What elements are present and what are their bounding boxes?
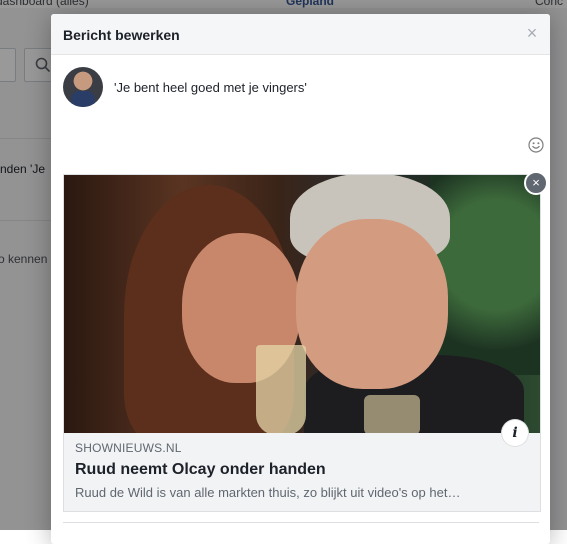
link-domain: SHOWNIEUWS.NL: [75, 441, 182, 455]
emoji-icon[interactable]: [528, 137, 544, 153]
dialog-title: Bericht bewerken: [63, 27, 180, 43]
dialog-header: Bericht bewerken ×: [51, 14, 550, 55]
close-icon[interactable]: ×: [524, 24, 540, 42]
link-headline[interactable]: Ruud neemt Olcay onder handen: [75, 461, 525, 479]
link-description: Ruud de Wild is van alle markten thuis, …: [75, 485, 461, 500]
avatar: [63, 67, 103, 107]
dialog-divider: [63, 522, 539, 523]
post-text[interactable]: 'Je bent heel goed met je vingers': [114, 80, 307, 95]
link-preview[interactable]: × i SHOWNIEUWS.NL Ruud neemt Olcay onder…: [63, 171, 548, 512]
link-preview-meta: SHOWNIEUWS.NL Ruud neemt Olcay onder han…: [75, 441, 525, 500]
edit-post-dialog: Bericht bewerken × 'Je bent heel goed me…: [51, 14, 550, 544]
remove-attachment-icon[interactable]: ×: [524, 171, 548, 195]
link-preview-image: [64, 175, 540, 433]
